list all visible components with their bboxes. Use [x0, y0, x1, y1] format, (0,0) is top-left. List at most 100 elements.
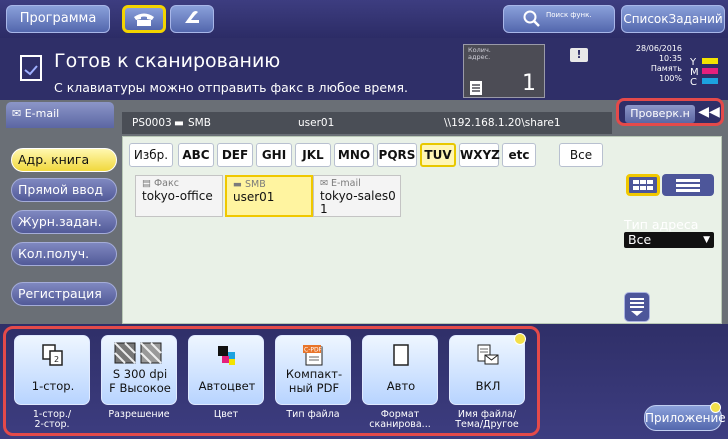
email-type: ✉ E-mail: [320, 178, 361, 189]
pdf-file-icon: C-PDF: [303, 345, 323, 366]
email-document-icon: [477, 344, 499, 365]
collapse-icon[interactable]: ◀◀: [697, 101, 721, 123]
setting-changed-indicator: [514, 333, 526, 345]
fax-type: ▤ Факс: [142, 178, 179, 189]
svg-text:2: 2: [54, 355, 59, 364]
smb-type: ▬ SMB: [233, 179, 266, 190]
job-list-button[interactable]: СписокЗаданий: [621, 5, 725, 33]
index-tab-active[interactable]: TUV: [420, 143, 456, 167]
scroll-down-button[interactable]: [624, 292, 650, 322]
file-type-caption: Тип файла: [286, 409, 340, 420]
search-label: Поиск функ.: [546, 11, 592, 19]
address-entry[interactable]: ▤ Факс tokyo-office: [135, 175, 223, 217]
address-entry[interactable]: ✉ E-mail tokyo-sales01: [313, 175, 401, 217]
address-type-label: Тип адреса: [624, 217, 699, 232]
counter-value: 1: [522, 71, 536, 96]
filename-caption: Имя файла/Тема/Другое: [455, 409, 519, 430]
scan-size-setting[interactable]: Авто: [362, 335, 438, 405]
nav-registration[interactable]: Регистрация: [11, 282, 117, 306]
memory-label: Память: [650, 64, 682, 73]
toner-c-label: C: [690, 77, 697, 86]
index-tab[interactable]: JKL: [295, 143, 331, 167]
file-type-value-line2: ный PDF: [288, 381, 340, 395]
filename-value: ВКЛ: [475, 379, 501, 393]
date-time: 28/06/2016 10:35 Память 100%: [612, 44, 682, 82]
envelope-icon: ✉: [12, 107, 22, 120]
address-entry-selected[interactable]: ▬ SMB user01: [225, 175, 313, 217]
resolution-icon: [114, 342, 162, 364]
resolution-caption: Разрешение: [108, 409, 170, 420]
nav-job-log[interactable]: Журн.задан.: [11, 210, 117, 234]
handset-icon: [185, 11, 199, 23]
check-settings-button[interactable]: Проверк.н ◀◀: [616, 98, 724, 126]
date: 28/06/2016: [635, 44, 682, 53]
pdf-icon-text: C-PDF: [304, 347, 323, 354]
fax-mode-button[interactable]: [170, 5, 214, 33]
memory-percent: 100%: [659, 74, 682, 82]
nav-direct-input[interactable]: Прямой ввод: [11, 178, 117, 202]
status-message: С клавиатуры можно отправить факс в любо…: [54, 80, 408, 95]
file-type-setting[interactable]: C-PDF Компакт- ный PDF: [275, 335, 351, 405]
duplex-caption: 1-стор./2-стор.: [32, 409, 72, 430]
destination-counter[interactable]: Колич. адрес. 1: [463, 44, 545, 98]
chevron-down-icon: ▼: [703, 235, 710, 245]
scroll-down-icon: [630, 298, 644, 316]
list-view-button[interactable]: [662, 174, 714, 196]
path-id: PS0003: [132, 117, 172, 129]
resolution-value-line1: S 300 dpi: [112, 367, 168, 381]
list-icon: [470, 81, 482, 95]
application-indicator: [710, 402, 721, 413]
grid-view-button[interactable]: [626, 174, 660, 196]
color-squares-icon: [218, 346, 235, 365]
file-type-value-line1: Компакт-: [285, 367, 343, 381]
index-tab[interactable]: ABC: [178, 143, 214, 167]
index-tab[interactable]: PQRS: [377, 143, 417, 167]
time: 10:35: [658, 54, 682, 63]
path-user: user01: [298, 117, 335, 129]
nav-address-book[interactable]: Адр. книга: [11, 148, 117, 172]
scan-mode-button[interactable]: [122, 5, 166, 33]
nav-recipients[interactable]: Кол.получ.: [11, 242, 117, 266]
path-type: SMB: [188, 117, 211, 129]
email-tab[interactable]: ✉ E-mail: [6, 102, 114, 128]
grid-icon: [633, 180, 653, 190]
page-icon: [393, 344, 409, 366]
address-type-select[interactable]: Все ▼: [624, 232, 714, 248]
duplex-value: 1-стор.: [31, 379, 75, 393]
resolution-setting[interactable]: S 300 dpi F Высокое: [101, 335, 177, 405]
warning-icon[interactable]: !: [570, 48, 588, 62]
filename-subject-setting[interactable]: ВКЛ: [449, 335, 525, 405]
index-tab[interactable]: DEF: [217, 143, 253, 167]
color-caption: Цвет: [213, 409, 239, 420]
status-title: Готов к сканированию: [54, 50, 281, 72]
index-favorites[interactable]: Избр.: [129, 143, 173, 167]
check-settings-label: Проверк.н: [625, 105, 695, 123]
phone-icon: [134, 13, 154, 26]
counter-label: Колич. адрес.: [468, 46, 491, 61]
duplex-setting[interactable]: 2 1-стор.: [14, 335, 90, 405]
address-type-value: Все: [628, 232, 652, 247]
color-setting[interactable]: Автоцвет: [188, 335, 264, 405]
entry-name: user01: [233, 190, 275, 204]
smb-icon: ▬: [174, 117, 184, 129]
function-search-button[interactable]: Поиск функ.: [503, 5, 615, 33]
resolution-value-line2: F Высокое: [109, 381, 171, 395]
scan-size-value: Авто: [386, 379, 416, 393]
index-tab[interactable]: GHI: [256, 143, 292, 167]
index-tab[interactable]: WXYZ: [459, 143, 500, 167]
index-all[interactable]: Все: [559, 143, 603, 167]
color-value: Автоцвет: [198, 379, 256, 393]
program-button[interactable]: Программа: [6, 5, 110, 33]
top-bar: Программа Поиск функ. СписокЗаданий: [0, 0, 728, 38]
simplex-page-icon: 2: [42, 344, 63, 366]
left-navigation: Адр. книга Прямой ввод Журн.задан. Кол.п…: [0, 136, 122, 324]
email-tab-label: E-mail: [24, 107, 60, 120]
index-tab[interactable]: etc: [502, 143, 536, 167]
search-icon: [523, 10, 540, 27]
scanner-status-icon: [20, 55, 42, 81]
entry-name: tokyo-sales01: [320, 189, 396, 216]
list-view-icon: [676, 179, 700, 192]
scan-size-caption: Формат сканирова...: [369, 409, 431, 430]
index-tab[interactable]: MNO: [334, 143, 374, 167]
toner-level-icon: Y M C: [689, 57, 718, 86]
